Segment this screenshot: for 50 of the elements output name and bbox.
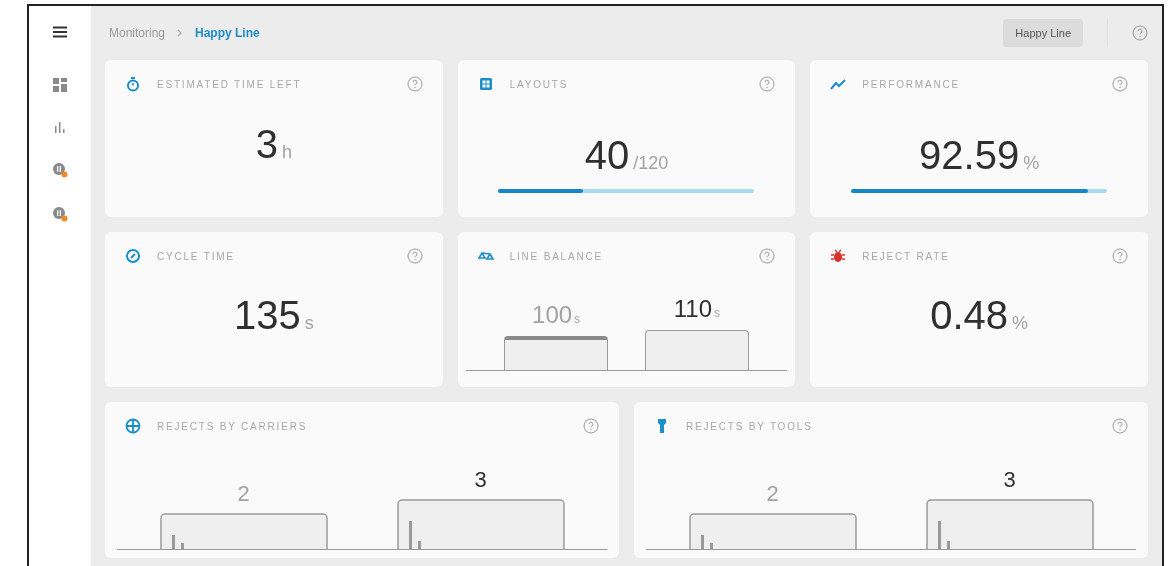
help-icon[interactable]	[1132, 25, 1148, 41]
metric-value: 3	[255, 123, 278, 164]
help-icon[interactable]	[759, 76, 776, 92]
layout-icon	[477, 76, 494, 92]
help-icon[interactable]	[583, 418, 599, 434]
station-icon[interactable]	[52, 162, 68, 178]
card-title: CYCLE TIME	[157, 249, 235, 264]
breadcrumb-item[interactable]: Monitoring	[109, 24, 166, 42]
bar-value: 2	[766, 483, 779, 505]
bar-unit: s	[574, 311, 581, 328]
station-icon[interactable]	[52, 206, 68, 222]
bar-chart-icon[interactable]	[53, 120, 67, 134]
bar-value: 2	[237, 483, 250, 505]
card-title: REJECT RATE	[862, 249, 950, 264]
metric-value: 40	[584, 135, 630, 175]
chevron-icon	[177, 29, 184, 37]
bar-value: 3	[474, 469, 487, 491]
gauge-icon	[125, 248, 141, 264]
help-icon[interactable]	[759, 248, 776, 264]
card-title: ESTIMATED TIME LEFT	[157, 77, 302, 92]
metric-value: 135	[233, 294, 301, 335]
menu-icon[interactable]	[53, 26, 67, 38]
breadcrumb-item[interactable]: Happy Line	[195, 24, 260, 42]
line-badge: Happy Line	[1003, 18, 1083, 48]
metric-unit: s	[304, 311, 314, 335]
dashboard-icon[interactable]	[53, 78, 67, 92]
metric-value: 0.48	[930, 294, 1009, 335]
card-title: LAYOUTS	[509, 77, 569, 92]
stopwatch-icon	[125, 76, 141, 92]
help-icon[interactable]	[1112, 418, 1128, 434]
help-icon[interactable]	[1112, 76, 1128, 92]
card-title: PERFORMANCE	[862, 77, 960, 92]
metric-unit: /120	[633, 152, 669, 175]
card-title: REJECTS BY CARRIERS	[157, 419, 308, 434]
metric-unit: h	[281, 140, 292, 164]
crosshair-icon	[125, 418, 141, 434]
metric-value: 92.59	[919, 135, 1020, 175]
trend-line-icon	[830, 76, 847, 92]
card-title: REJECTS BY TOOLS	[686, 419, 813, 434]
bar-value: 3	[1003, 469, 1016, 491]
help-icon[interactable]	[1112, 248, 1128, 264]
metric-unit: %	[1012, 311, 1029, 335]
bar-value: 110	[673, 297, 712, 321]
card-title: LINE BALANCE	[509, 249, 603, 264]
metric-unit: %	[1023, 152, 1040, 175]
bar-value: 100	[532, 303, 573, 327]
help-icon[interactable]	[406, 248, 423, 264]
bug-icon	[830, 248, 847, 264]
bar-unit: s	[714, 305, 720, 322]
help-icon[interactable]	[406, 76, 423, 92]
